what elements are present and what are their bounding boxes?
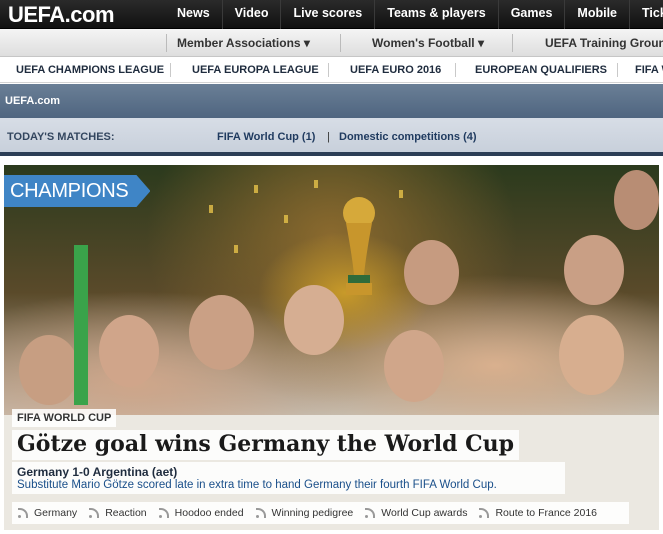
uefa-training-ground-link[interactable]: UEFA Training Ground <box>545 29 663 57</box>
related-label: Hoodoo ended <box>174 507 244 519</box>
confetti <box>314 180 318 188</box>
logo-text: UEFA.com <box>8 2 115 27</box>
related-label: Reaction <box>105 507 147 519</box>
story-summary: Substitute Mario Götze scored late in ex… <box>17 479 497 491</box>
main-nav: News Video Live scores Teams & players G… <box>165 0 663 29</box>
rss-icon <box>18 508 28 518</box>
player-face <box>189 295 254 370</box>
player-face <box>99 315 159 387</box>
related-link-hoodoo-ended[interactable]: Hoodoo ended <box>153 507 250 519</box>
story-caption: FIFA WORLD CUP Götze goal wins Germany t… <box>12 408 565 494</box>
comp-champions-league[interactable]: UEFA CHAMPIONS LEAGUE <box>16 57 164 83</box>
confetti <box>284 215 288 223</box>
rss-icon <box>89 508 100 518</box>
comp-fifa-world-cup[interactable]: FIFA W <box>635 57 663 83</box>
nav-news[interactable]: News <box>165 0 222 29</box>
related-link-winning-pedigree[interactable]: Winning pedigree <box>250 507 360 519</box>
story-kicker[interactable]: FIFA WORLD CUP <box>12 409 117 427</box>
breadcrumb: UEFA.com <box>0 84 663 118</box>
divider <box>166 34 167 52</box>
world-cup-matches-link[interactable]: FIFA World Cup (1) <box>217 118 315 156</box>
comp-europa-league[interactable]: UEFA EUROPA LEAGUE <box>192 57 319 83</box>
nav-live-scores[interactable]: Live scores <box>280 0 374 29</box>
related-links: Germany Reaction Hoodoo ended Winning pe… <box>12 502 629 524</box>
hero-story[interactable]: CHAMPIONS FIFA WORLD CUP Götze goal wins… <box>4 165 659 530</box>
confetti <box>254 185 258 193</box>
top-nav-bar: UEFA.com News Video Live scores Teams & … <box>0 0 663 29</box>
todays-matches-bar: TODAY'S MATCHES: FIFA World Cup (1) | Do… <box>0 118 663 156</box>
rss-icon <box>158 508 169 518</box>
champions-badge: CHAMPIONS <box>4 175 150 207</box>
player-face <box>404 240 459 305</box>
divider <box>328 63 329 77</box>
competitions-bar: UEFA CHAMPIONS LEAGUE UEFA EUROPA LEAGUE… <box>0 57 663 83</box>
divider <box>512 34 513 52</box>
story-headline[interactable]: Götze goal wins Germany the World Cup <box>12 430 520 460</box>
related-label: Germany <box>34 507 78 519</box>
related-link-world-cup-awards[interactable]: World Cup awards <box>359 507 473 519</box>
player-face <box>564 235 624 305</box>
player-face <box>614 170 659 230</box>
todays-matches-label: TODAY'S MATCHES: <box>7 131 115 143</box>
divider <box>617 63 618 77</box>
womens-football-menu[interactable]: Women's Football ▾ <box>372 29 484 57</box>
matches-separator: | <box>327 131 330 143</box>
uefa-logo[interactable]: UEFA.com <box>8 0 115 29</box>
player-face <box>559 315 624 395</box>
match-score: Germany 1-0 Argentina (aet) <box>17 465 178 479</box>
member-associations-menu[interactable]: Member Associations ▾ <box>177 29 310 57</box>
related-link-germany[interactable]: Germany <box>12 507 83 519</box>
related-label: Winning pedigree <box>271 507 354 519</box>
secondary-nav-bar: Member Associations ▾ Women's Football ▾… <box>0 29 663 57</box>
divider <box>340 34 341 52</box>
comp-euro-2016[interactable]: UEFA EURO 2016 <box>350 57 441 83</box>
nav-tickets[interactable]: Tick <box>629 0 663 29</box>
world-cup-trophy-icon <box>343 197 375 295</box>
nav-mobile[interactable]: Mobile <box>564 0 629 29</box>
related-label: World Cup awards <box>381 507 468 519</box>
rss-icon <box>479 508 490 518</box>
green-jersey-arm <box>74 245 88 405</box>
divider <box>170 63 171 77</box>
nav-video[interactable]: Video <box>221 0 281 29</box>
player-face <box>19 335 79 405</box>
related-link-reaction[interactable]: Reaction <box>83 507 152 519</box>
nav-teams-players[interactable]: Teams & players <box>374 0 497 29</box>
story-deck: Germany 1-0 Argentina (aet) Substitute M… <box>12 462 565 494</box>
related-label: Route to France 2016 <box>495 507 598 519</box>
confetti <box>209 205 213 213</box>
rss-icon <box>365 508 376 518</box>
domestic-matches-link[interactable]: Domestic competitions (4) <box>339 118 477 156</box>
related-link-route-to-france[interactable]: Route to France 2016 <box>473 507 603 519</box>
nav-games[interactable]: Games <box>497 0 565 29</box>
rss-icon <box>255 508 266 518</box>
divider <box>455 63 456 77</box>
breadcrumb-home[interactable]: UEFA.com <box>5 84 60 118</box>
comp-european-qualifiers[interactable]: EUROPEAN QUALIFIERS <box>475 57 607 83</box>
confetti <box>399 190 403 198</box>
player-face <box>384 330 444 402</box>
confetti <box>234 245 238 253</box>
